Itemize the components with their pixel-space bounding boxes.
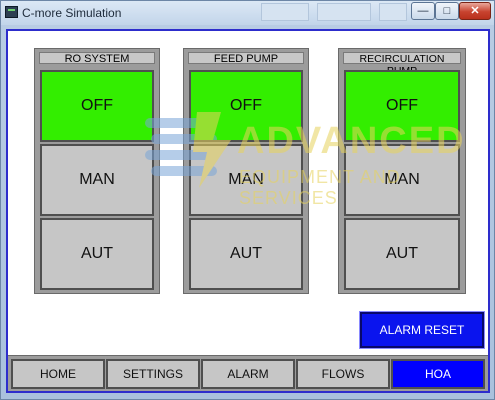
close-button[interactable]: ✕ [459,2,491,20]
nav-flows-button[interactable]: FLOWS [296,359,390,389]
app-window: C-more Simulation — □ ✕ RO SYSTEM OFF MA… [0,0,495,400]
nav-alarm-button[interactable]: ALARM [201,359,295,389]
close-icon: ✕ [470,5,480,17]
background-window-tab [261,3,309,21]
hmi-screen: RO SYSTEM OFF MAN AUT FEED PUMP OFF MAN … [6,29,490,393]
feed-pump-man-button[interactable]: MAN [189,144,303,216]
ro-system-off-button[interactable]: OFF [40,70,154,142]
feed-pump-off-button[interactable]: OFF [189,70,303,142]
nav-settings-button[interactable]: SETTINGS [106,359,200,389]
minimize-button[interactable]: — [411,2,435,20]
title-bar[interactable]: C-more Simulation — □ ✕ [1,1,494,25]
nav-hoa-button[interactable]: HOA [391,359,485,389]
background-window-tab [317,3,371,21]
minimize-icon: — [417,5,429,17]
panel-title: FEED PUMP [188,52,304,65]
panel-title: RECIRCULATION PUMP [343,52,461,77]
feed-pump-aut-button[interactable]: AUT [189,218,303,290]
recirculation-pump-man-button[interactable]: MAN [344,144,460,216]
ro-system-aut-button[interactable]: AUT [40,218,154,290]
alarm-reset-button[interactable]: ALARM RESET [359,311,485,349]
recirculation-pump-aut-button[interactable]: AUT [344,218,460,290]
app-icon [5,6,18,18]
background-window-tab [379,3,407,21]
feed-pump-panel: FEED PUMP OFF MAN AUT [183,48,309,294]
window-title: C-more Simulation [22,6,122,20]
nav-home-button[interactable]: HOME [11,359,105,389]
bottom-nav: HOME SETTINGS ALARM FLOWS HOA [8,355,488,391]
ro-system-man-button[interactable]: MAN [40,144,154,216]
panel-title: RO SYSTEM [39,52,155,65]
maximize-button[interactable]: □ [435,2,459,20]
ro-system-panel: RO SYSTEM OFF MAN AUT [34,48,160,294]
maximize-icon: □ [443,5,451,17]
recirculation-pump-off-button[interactable]: OFF [344,70,460,142]
recirculation-pump-panel: RECIRCULATION PUMP OFF MAN AUT [338,48,466,294]
